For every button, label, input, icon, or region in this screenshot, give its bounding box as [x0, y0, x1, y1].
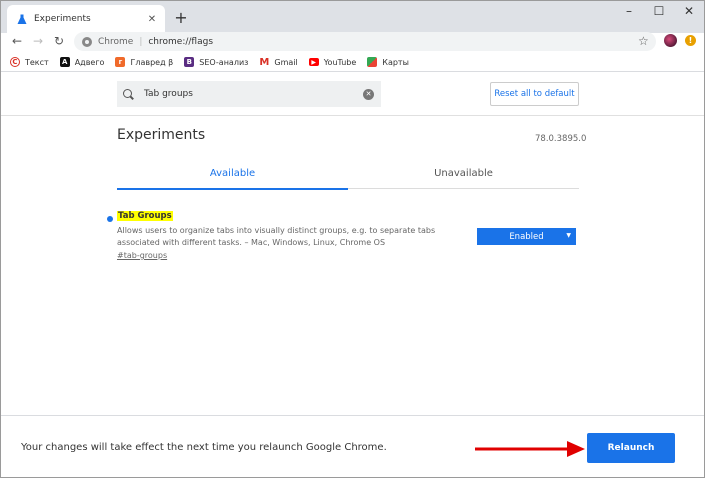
omnibox-separator: |: [139, 36, 143, 47]
bookmark-advego[interactable]: A Адвего: [59, 57, 105, 67]
flag-state-value: Enabled: [509, 231, 544, 242]
browser-tab-experiments[interactable]: Experiments ✕: [7, 5, 165, 33]
flag-entry: Tab Groups Allows users to organize tabs…: [107, 211, 587, 271]
bookmark-gmail[interactable]: M Gmail: [259, 56, 298, 68]
bookmark-glavred[interactable]: г Главред β: [115, 57, 173, 67]
update-alert-icon[interactable]: !: [685, 35, 696, 46]
new-tab-button[interactable]: +: [172, 8, 190, 27]
reload-icon[interactable]: ↻: [51, 33, 67, 49]
forward-icon[interactable]: →: [30, 33, 46, 49]
bookmark-youtube[interactable]: ▶ YouTube: [308, 57, 357, 67]
red-arrow-icon: [475, 441, 585, 457]
maps-icon: [367, 57, 378, 67]
bookmark-label: Главред β: [130, 57, 174, 67]
bookmark-star-icon[interactable]: ☆: [638, 34, 649, 48]
search-value: Tab groups: [144, 89, 193, 99]
bookmark-label: Адвего: [74, 57, 105, 67]
dropdown-caret-icon: ▼: [566, 232, 571, 239]
minimize-icon[interactable]: –: [614, 1, 644, 21]
flask-icon: [17, 14, 27, 24]
page-title: Experiments: [117, 127, 206, 143]
youtube-icon: ▶: [308, 58, 319, 66]
glavred-icon: г: [115, 57, 126, 67]
address-bar[interactable]: Chrome | chrome://flags: [74, 32, 656, 51]
flags-page: Tab groups ✕ Reset all to default Experi…: [1, 73, 704, 415]
bookmark-tekst[interactable]: C Текст: [10, 57, 49, 67]
maximize-icon[interactable]: ☐: [644, 1, 674, 21]
version-label: 78.0.3895.0: [535, 134, 587, 144]
bookmarks-bar: C Текст A Адвего г Главред β B SEO-анали…: [1, 53, 704, 72]
gmail-icon: M: [259, 56, 270, 68]
omnibox-site: Chrome: [98, 36, 134, 47]
omnibox-url: chrome://flags: [148, 36, 214, 47]
profile-avatar[interactable]: [664, 34, 677, 47]
window-close-icon[interactable]: ✕: [674, 1, 704, 21]
flag-permalink[interactable]: #tab-groups: [117, 251, 167, 260]
tab-unavailable[interactable]: Unavailable: [348, 158, 579, 189]
advego-icon: A: [59, 57, 70, 67]
browser-window: Experiments ✕ + – ☐ ✕ ← → ↻ Chrome | chr…: [0, 0, 705, 478]
bookmark-label: Карты: [382, 57, 409, 67]
copyright-icon: C: [10, 57, 20, 67]
reset-all-button[interactable]: Reset all to default: [490, 82, 579, 106]
seo-icon: B: [184, 57, 195, 67]
bookmark-label: YouTube: [323, 57, 357, 67]
back-icon[interactable]: ←: [9, 33, 25, 49]
tab-title: Experiments: [34, 14, 91, 24]
relaunch-message: Your changes will take effect the next t…: [21, 442, 387, 453]
flag-name: Tab Groups: [117, 211, 173, 221]
flag-description: Allows users to organize tabs into visua…: [117, 226, 436, 247]
bookmark-label: SEO-анализ: [199, 57, 249, 67]
clear-search-icon[interactable]: ✕: [363, 88, 374, 100]
flag-state-select[interactable]: Enabled ▼: [477, 228, 576, 245]
bookmark-label: Текст: [25, 57, 49, 67]
modified-dot: [107, 216, 113, 222]
bookmark-seo[interactable]: B SEO-анализ: [184, 57, 248, 67]
search-icon: [123, 88, 134, 100]
bookmark-karty[interactable]: Карты: [367, 57, 409, 67]
bookmark-label: Gmail: [274, 57, 298, 67]
relaunch-bar: Your changes will take effect the next t…: [1, 415, 704, 477]
chrome-icon: [82, 36, 92, 47]
tab-strip: Experiments ✕ + – ☐ ✕: [1, 1, 704, 33]
flags-search-bar: Tab groups ✕ Reset all to default: [1, 73, 704, 116]
close-tab-icon[interactable]: ✕: [143, 10, 161, 28]
tab-available[interactable]: Available: [117, 158, 348, 190]
relaunch-button[interactable]: Relaunch: [587, 433, 675, 463]
flags-tabs: Available Unavailable: [117, 158, 579, 190]
search-input[interactable]: Tab groups ✕: [117, 81, 381, 107]
